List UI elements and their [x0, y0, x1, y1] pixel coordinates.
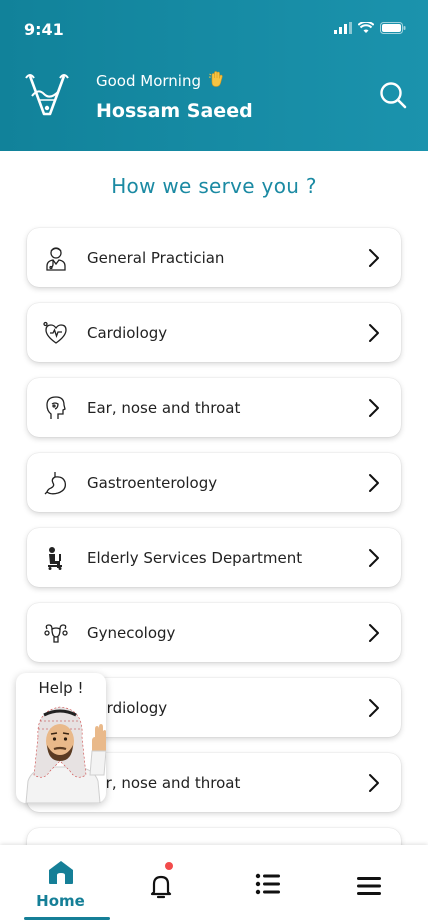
notification-dot [165, 862, 173, 870]
wifi-icon [358, 22, 374, 33]
elderly-icon [43, 545, 69, 571]
user-name: Hossam Saeed [96, 100, 253, 122]
hamburger-menu-icon [356, 877, 381, 895]
service-card-gastroenterology[interactable]: Gastroenterology [27, 453, 401, 512]
stomach-icon [43, 470, 69, 496]
uterus-icon [43, 620, 69, 646]
status-icons [334, 22, 406, 34]
section-title: How we serve you ? [111, 174, 317, 198]
status-time: 9:41 [24, 20, 64, 39]
chevron-right-icon [369, 249, 379, 267]
waving-hand-icon [208, 70, 226, 87]
tab-home-label: Home [36, 892, 85, 910]
service-card-ent[interactable]: Ear, nose and throat [27, 378, 401, 437]
app-header: 9:41 Good Morning Hossam Saeed [0, 0, 428, 151]
service-card-elderly-services[interactable]: Elderly Services Department [27, 528, 401, 587]
service-label: Ear, nose and throat [87, 773, 241, 792]
tab-notifications[interactable] [107, 845, 214, 923]
search-icon[interactable] [378, 80, 408, 110]
list-icon [255, 873, 280, 895]
tab-home[interactable]: Home [7, 845, 114, 923]
assistant-avatar-icon [25, 706, 106, 803]
service-label: Elderly Services Department [87, 548, 303, 567]
service-label: Cardiology [87, 323, 168, 342]
help-assistant-widget[interactable]: Help ! [16, 673, 106, 803]
chevron-right-icon [369, 549, 379, 567]
home-icon [48, 861, 73, 884]
signal-icon [334, 22, 352, 34]
service-card-general-practician[interactable]: General Practician [27, 228, 401, 287]
status-bar: 9:41 [0, 0, 428, 56]
battery-icon [380, 22, 406, 34]
service-label: Ear, nose and throat [87, 398, 241, 417]
greeting-text: Good Morning [96, 70, 226, 90]
ent-head-icon [43, 395, 69, 421]
greeting-label: Good Morning [96, 72, 201, 90]
tab-menu[interactable] [315, 845, 422, 923]
chevron-right-icon [369, 399, 379, 417]
chevron-right-icon [369, 624, 379, 642]
service-label: Gynecology [87, 623, 176, 642]
active-tab-indicator [24, 917, 110, 920]
service-label: General Practician [87, 248, 225, 267]
bell-icon [150, 875, 171, 899]
service-label: Gastroenterology [87, 473, 218, 492]
chevron-right-icon [369, 324, 379, 342]
service-card-cardiology[interactable]: Cardiology [27, 303, 401, 362]
chevron-right-icon [369, 774, 379, 792]
chevron-right-icon [369, 474, 379, 492]
heart-icon [43, 320, 69, 346]
doctor-icon [43, 245, 69, 271]
chevron-right-icon [369, 699, 379, 717]
service-card-gynecology[interactable]: Gynecology [27, 603, 401, 662]
help-label: Help ! [38, 679, 84, 697]
tab-list[interactable] [214, 845, 321, 923]
bottom-tab-bar: Home [0, 845, 428, 923]
app-logo-icon [25, 74, 69, 116]
